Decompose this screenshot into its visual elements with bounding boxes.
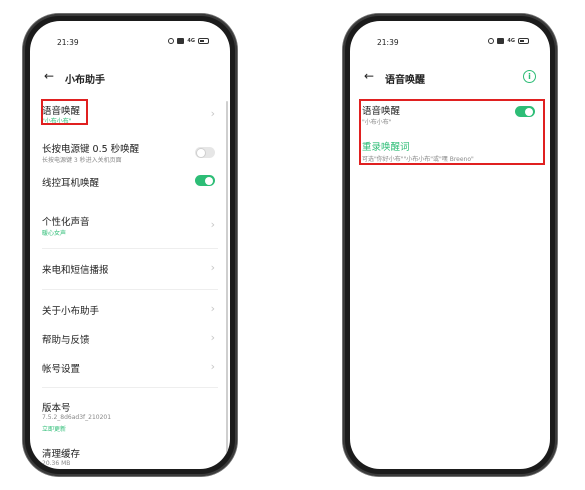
status-time: 21:39: [57, 38, 79, 47]
right-phone-frame: 21:39 4G ← 语音唤醒 i 语音唤醒 "小布小布" 重录唤醒词 可选"你…: [343, 14, 557, 476]
divider: [42, 387, 218, 388]
setting-clear-cache[interactable]: 清理缓存 20.36 MB: [42, 446, 218, 469]
battery-icon: [518, 38, 529, 44]
setting-label: 帐号设置: [42, 364, 81, 375]
nav-bar: ← 小布助手: [30, 69, 230, 86]
setting-personal-voice[interactable]: 个性化声音 暖心女声 ›: [42, 214, 218, 238]
setting-label: 线控耳机唤醒: [42, 178, 100, 189]
headset-wake-toggle[interactable]: [195, 175, 215, 186]
setting-subtitle: 20.36 MB: [42, 460, 71, 467]
setting-label: 长按电源键 0.5 秒唤醒: [42, 144, 140, 155]
toggle-knob: [205, 176, 213, 185]
setting-subtitle: 长按电源键 3 秒进入关机页面: [42, 157, 122, 164]
page-title: 小布助手: [65, 75, 105, 86]
chevron-right-icon: ›: [210, 261, 215, 274]
highlight-box: [359, 99, 545, 165]
chevron-right-icon: ›: [210, 107, 215, 120]
setting-label: 版本号: [42, 403, 71, 414]
signal-label: 4G: [507, 38, 515, 44]
nav-bar: ← 语音唤醒 i: [350, 69, 550, 86]
setting-label: 帮助与反馈: [42, 335, 90, 346]
divider: [42, 248, 218, 249]
status-time: 21:39: [377, 38, 399, 47]
back-arrow-icon[interactable]: ←: [44, 69, 54, 83]
power-key-toggle[interactable]: [195, 147, 215, 158]
notification-icon: [497, 38, 505, 44]
status-icons: 4G: [168, 38, 209, 44]
right-phone-screen: 21:39 4G ← 语音唤醒 i 语音唤醒 "小布小布" 重录唤醒词 可选"你…: [350, 21, 550, 469]
scrollbar[interactable]: [226, 101, 228, 461]
chevron-right-icon: ›: [210, 218, 215, 231]
alarm-icon: [168, 38, 175, 44]
setting-subtitle: 暖心女声: [42, 230, 67, 237]
alarm-icon: [488, 38, 495, 44]
left-phone-screen: 21:39 4G ← 小布助手 语音唤醒 "小布小布" › 长按电源键 0.5 …: [30, 21, 230, 469]
chevron-right-icon: ›: [210, 360, 215, 373]
setting-about[interactable]: 关于小布助手 ›: [42, 302, 218, 319]
setting-label: 来电和短信播报: [42, 265, 109, 276]
page-title: 语音唤醒: [385, 75, 425, 86]
chevron-right-icon: ›: [210, 331, 215, 344]
status-icons: 4G: [488, 38, 529, 44]
status-bar: 21:39 4G: [350, 38, 550, 50]
highlight-box: [41, 99, 88, 125]
setting-label: 关于小布助手: [42, 306, 100, 317]
notification-icon: [177, 38, 185, 44]
divider: [42, 289, 218, 290]
setting-version: 版本号 7.5.2_8d6ad3f_210201 立即更新: [42, 400, 218, 436]
chevron-right-icon: ›: [210, 302, 215, 315]
setting-help-feedback[interactable]: 帮助与反馈 ›: [42, 331, 218, 348]
version-number: 7.5.2_8d6ad3f_210201: [42, 414, 112, 421]
setting-call-sms[interactable]: 来电和短信播报 ›: [42, 261, 218, 278]
status-bar: 21:39 4G: [30, 38, 230, 50]
setting-headset-wake: 线控耳机唤醒: [42, 175, 218, 191]
back-arrow-icon[interactable]: ←: [364, 69, 374, 83]
info-icon[interactable]: i: [523, 70, 536, 83]
setting-power-key-wake: 长按电源键 0.5 秒唤醒 长按电源键 3 秒进入关机页面: [42, 141, 218, 165]
battery-icon: [198, 38, 209, 44]
setting-label: 清理缓存: [42, 449, 81, 460]
setting-account[interactable]: 帐号设置 ›: [42, 360, 218, 377]
update-now-link[interactable]: 立即更新: [42, 424, 66, 433]
toggle-knob: [197, 148, 205, 157]
signal-label: 4G: [187, 38, 195, 44]
left-phone-frame: 21:39 4G ← 小布助手 语音唤醒 "小布小布" › 长按电源键 0.5 …: [23, 14, 237, 476]
setting-label: 个性化声音: [42, 217, 90, 228]
